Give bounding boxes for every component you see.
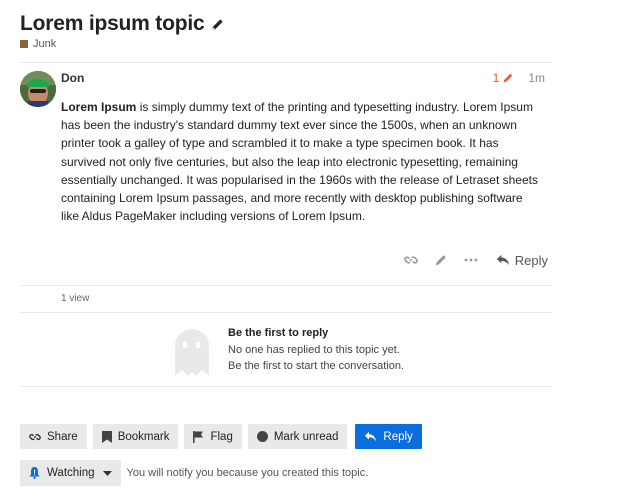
post-username[interactable]: Don (61, 71, 84, 85)
category-swatch (20, 40, 28, 48)
empty-state-line: Be the first to start the conversation. (228, 360, 405, 372)
notifications-row: Watching You will notify you because you… (20, 460, 368, 486)
caret-down-icon (102, 470, 112, 476)
topic-title: Lorem ipsum topic (20, 12, 205, 35)
mark-unread-button[interactable]: Mark unread (247, 424, 348, 449)
notification-level: Watching (47, 467, 95, 479)
reply-icon (496, 254, 509, 266)
share-label: Share (47, 430, 78, 443)
divider (20, 386, 552, 387)
divider (20, 312, 552, 313)
share-button[interactable]: Share (20, 424, 87, 449)
mark-unread-label: Mark unread (273, 430, 339, 443)
edit-count: 1 (492, 71, 500, 85)
bell-icon (29, 467, 40, 479)
pencil-icon[interactable] (210, 17, 225, 32)
topic-footer-buttons: Share Bookmark Flag Mark unread Reply (20, 424, 428, 449)
bookmark-icon (101, 430, 112, 443)
reply-label: Reply (514, 252, 548, 268)
reply-button[interactable]: Reply (496, 253, 548, 268)
flag-label: Flag (210, 430, 233, 443)
topic-title-row: Lorem ipsum topic (20, 12, 225, 36)
circle-icon (256, 431, 268, 442)
flag-button[interactable]: Flag (184, 424, 242, 449)
view-count: 1 view (61, 293, 90, 304)
divider (20, 62, 552, 63)
post-actions: Reply (396, 250, 548, 270)
notification-level-dropdown[interactable]: Watching (20, 460, 121, 486)
post-age[interactable]: 1m (528, 71, 545, 85)
avatar[interactable] (20, 71, 56, 107)
edit-history-button[interactable]: 1 (493, 71, 515, 85)
post-body-bold: Lorem Ipsum (61, 100, 137, 114)
category-name: Junk (33, 38, 57, 50)
post-meta: 1 1m (493, 71, 545, 85)
divider (20, 285, 552, 286)
link-icon (29, 433, 41, 440)
post-body-text: is simply dummy text of the printing and… (61, 100, 538, 224)
bookmark-button[interactable]: Bookmark (92, 424, 179, 449)
pencil-icon[interactable] (426, 250, 456, 270)
post-body: Lorem Ipsum is simply dummy text of the … (61, 98, 539, 225)
link-icon[interactable] (396, 250, 426, 270)
ellipsis-icon[interactable] (456, 250, 486, 270)
reply-primary-button[interactable]: Reply (355, 424, 422, 449)
ghost-icon (172, 326, 212, 383)
flag-icon (193, 430, 204, 443)
category-badge[interactable]: Junk (20, 38, 56, 50)
notification-description: You will notify you because you created … (126, 467, 369, 479)
reply-primary-label: Reply (383, 430, 413, 443)
pencil-icon (503, 73, 513, 83)
reply-icon (365, 431, 377, 442)
empty-state-title: Be the first to reply (228, 327, 329, 339)
empty-state-line: No one has replied to this topic yet. (228, 344, 400, 356)
bookmark-label: Bookmark (117, 430, 170, 443)
